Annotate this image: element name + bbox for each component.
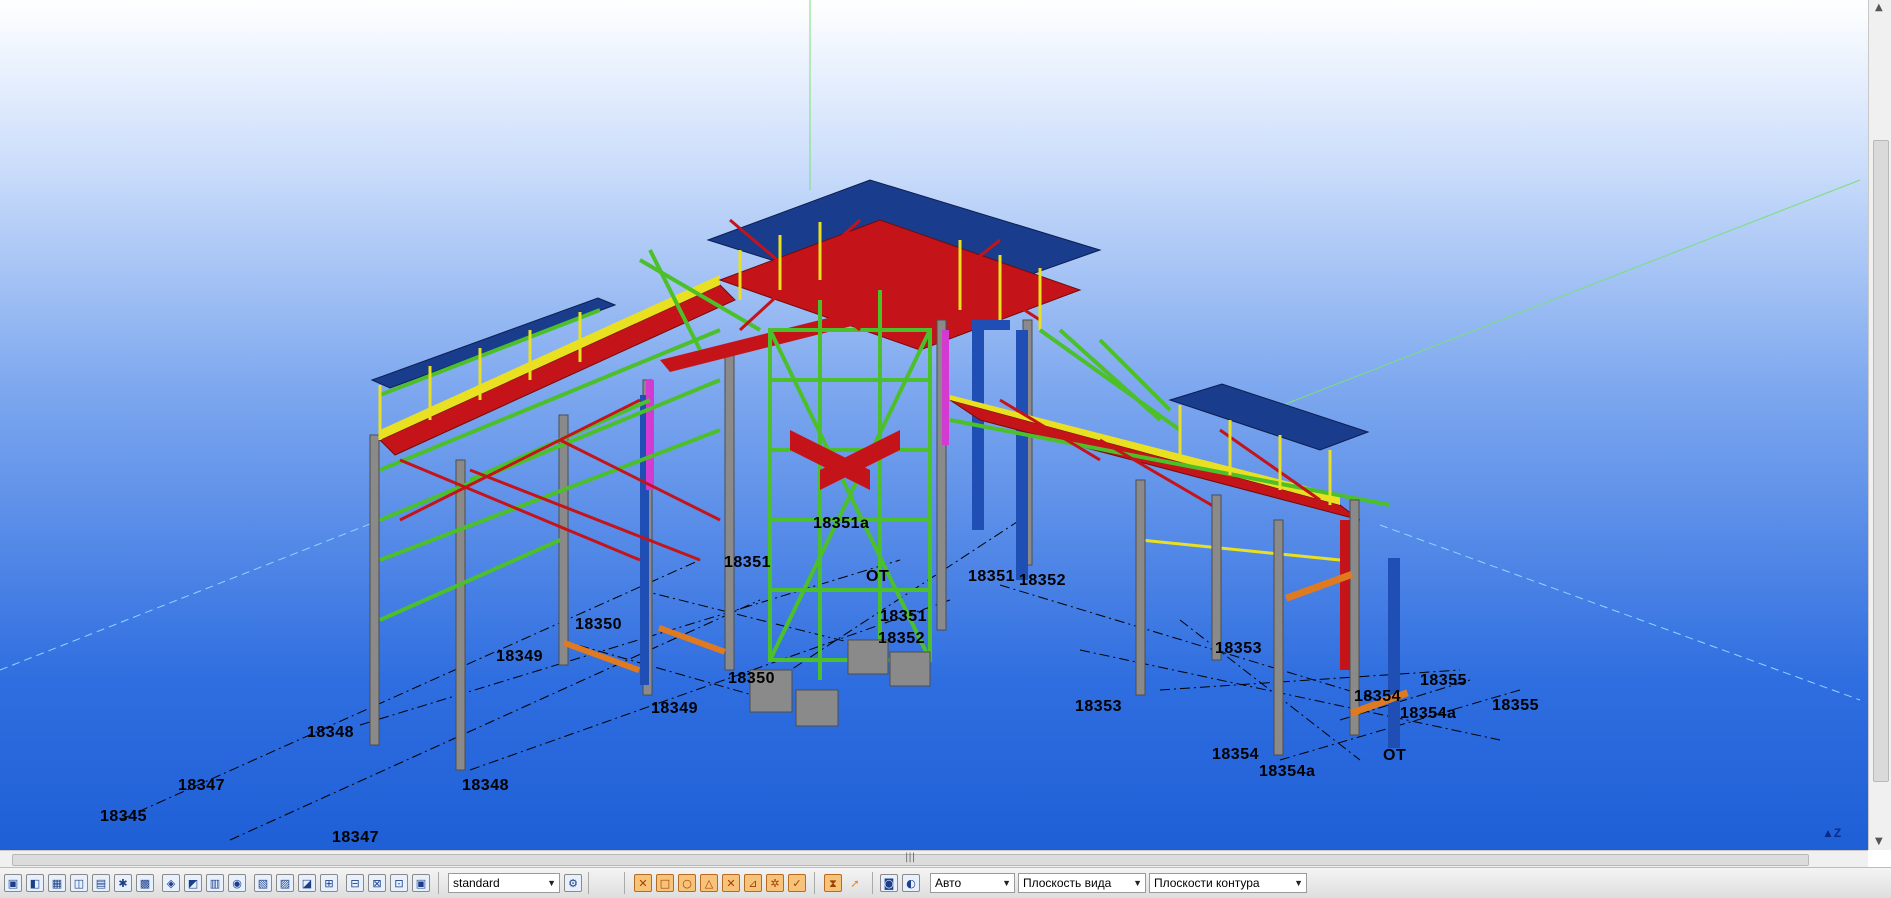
- scroll-down-icon[interactable]: ▼: [1875, 836, 1883, 847]
- select-point-icon[interactable]: ◈: [162, 874, 180, 892]
- select-filter-icon[interactable]: ⊟: [346, 874, 364, 892]
- select-group-icon[interactable]: ⊞: [320, 874, 338, 892]
- snap-perpendicular-icon[interactable]: ✕: [722, 874, 740, 892]
- arrow-icon[interactable]: ➚: [846, 874, 864, 892]
- snap-intersection-icon[interactable]: △: [700, 874, 718, 892]
- vertical-scroll-thumb[interactable]: [1873, 140, 1889, 782]
- snap-mid-icon[interactable]: □: [656, 874, 674, 892]
- snap-free-icon[interactable]: ✲: [766, 874, 784, 892]
- grid-label-18353: 18353: [1075, 698, 1122, 715]
- select-assembly-icon[interactable]: ▦: [48, 874, 66, 892]
- grid-label-18355: 18355: [1420, 672, 1467, 689]
- select-all-icon[interactable]: ▣: [4, 874, 22, 892]
- select-component-icon[interactable]: ◫: [70, 874, 88, 892]
- grid-label-ot: OT: [866, 568, 890, 585]
- grid-label-18351: 18351: [724, 554, 771, 571]
- select-filter-parts-icon[interactable]: ▣: [412, 874, 430, 892]
- structure-model-3d[interactable]: [0, 0, 1868, 850]
- axis-z-icon: ▲Z: [1822, 826, 1842, 840]
- grid-label-18349: 18349: [651, 700, 698, 717]
- select-cumulative-icon[interactable]: ⊠: [368, 874, 386, 892]
- select-part-icon[interactable]: ◧: [26, 874, 44, 892]
- grid-label-18348: 18348: [307, 724, 354, 741]
- contour-planes-select[interactable]: Плоскости контура ▼: [1149, 873, 1307, 893]
- select-pick-icon[interactable]: ⊡: [390, 874, 408, 892]
- grid-label-18353: 18353: [1215, 640, 1262, 657]
- scroll-up-icon[interactable]: ▲: [1875, 2, 1883, 13]
- snap-depth-select[interactable]: Авто ▼: [930, 873, 1015, 893]
- grid-label-18351: 18351: [968, 568, 1015, 585]
- model-viewport[interactable]: 18345 18347 18347 18348 18348 18349 1834…: [0, 0, 1868, 850]
- grid-label-18354a: 18354a: [1259, 763, 1316, 780]
- grid-label-18345: 18345: [100, 808, 147, 825]
- grid-label-18354a: 18354a: [1400, 705, 1457, 722]
- select-reinforcement-icon[interactable]: ▧: [254, 874, 272, 892]
- grid-label-18347: 18347: [332, 829, 379, 846]
- select-plane-icon[interactable]: ◩: [184, 874, 202, 892]
- vertical-scrollbar[interactable]: ▲ ▼: [1868, 0, 1891, 850]
- select-bolt-icon[interactable]: ◉: [228, 874, 246, 892]
- horizontal-scrollbar[interactable]: |||: [0, 850, 1868, 868]
- grid-label-18347: 18347: [178, 777, 225, 794]
- render-icon[interactable]: ◐: [902, 874, 920, 892]
- select-weld-icon[interactable]: ✱: [114, 874, 132, 892]
- select-surface-icon[interactable]: ▨: [276, 874, 294, 892]
- grid-label-18352: 18352: [878, 630, 925, 647]
- grid-label-ot: OT: [1383, 747, 1407, 764]
- grid-label-18354: 18354: [1354, 688, 1401, 705]
- snap-end-icon[interactable]: ✕: [634, 874, 652, 892]
- grid-label-18351a: 18351a: [813, 515, 870, 532]
- select-view-icon[interactable]: ▥: [206, 874, 224, 892]
- selection-snap-toolbar: ▣ ◧ ▦ ◫ ▤ ✱ ▩ ◈ ◩ ▥ ◉ ▧ ▨ ◪ ⊞ ⊟ ⊠ ⊡ ▣ st…: [0, 867, 1891, 898]
- select-cut-icon[interactable]: ▤: [92, 874, 110, 892]
- snap-circle-icon[interactable]: ○: [678, 874, 696, 892]
- grid-label-18355: 18355: [1492, 697, 1539, 714]
- filter-settings-icon[interactable]: ⚙: [564, 874, 582, 892]
- grid-label-18352: 18352: [1019, 572, 1066, 589]
- grid-label-18350: 18350: [575, 616, 622, 633]
- grid-label-18349: 18349: [496, 648, 543, 665]
- grid-label-18348: 18348: [462, 777, 509, 794]
- grid-label-18354: 18354: [1212, 746, 1259, 763]
- view-plane-select[interactable]: Плоскость вида ▼: [1018, 873, 1146, 893]
- snap-line-icon[interactable]: ⊿: [744, 874, 762, 892]
- select-grid-icon[interactable]: ▩: [136, 874, 154, 892]
- snap-override-icon[interactable]: ⧗: [824, 874, 842, 892]
- grid-label-18350: 18350: [728, 670, 775, 687]
- select-object-icon[interactable]: ◪: [298, 874, 316, 892]
- grid-label-18351: 18351: [880, 608, 927, 625]
- scroll-grip-icon: |||: [905, 852, 916, 863]
- camera-icon[interactable]: ◙: [880, 874, 898, 892]
- selection-filter-select[interactable]: standard ▼: [448, 873, 560, 893]
- snap-reference-icon[interactable]: ✓: [788, 874, 806, 892]
